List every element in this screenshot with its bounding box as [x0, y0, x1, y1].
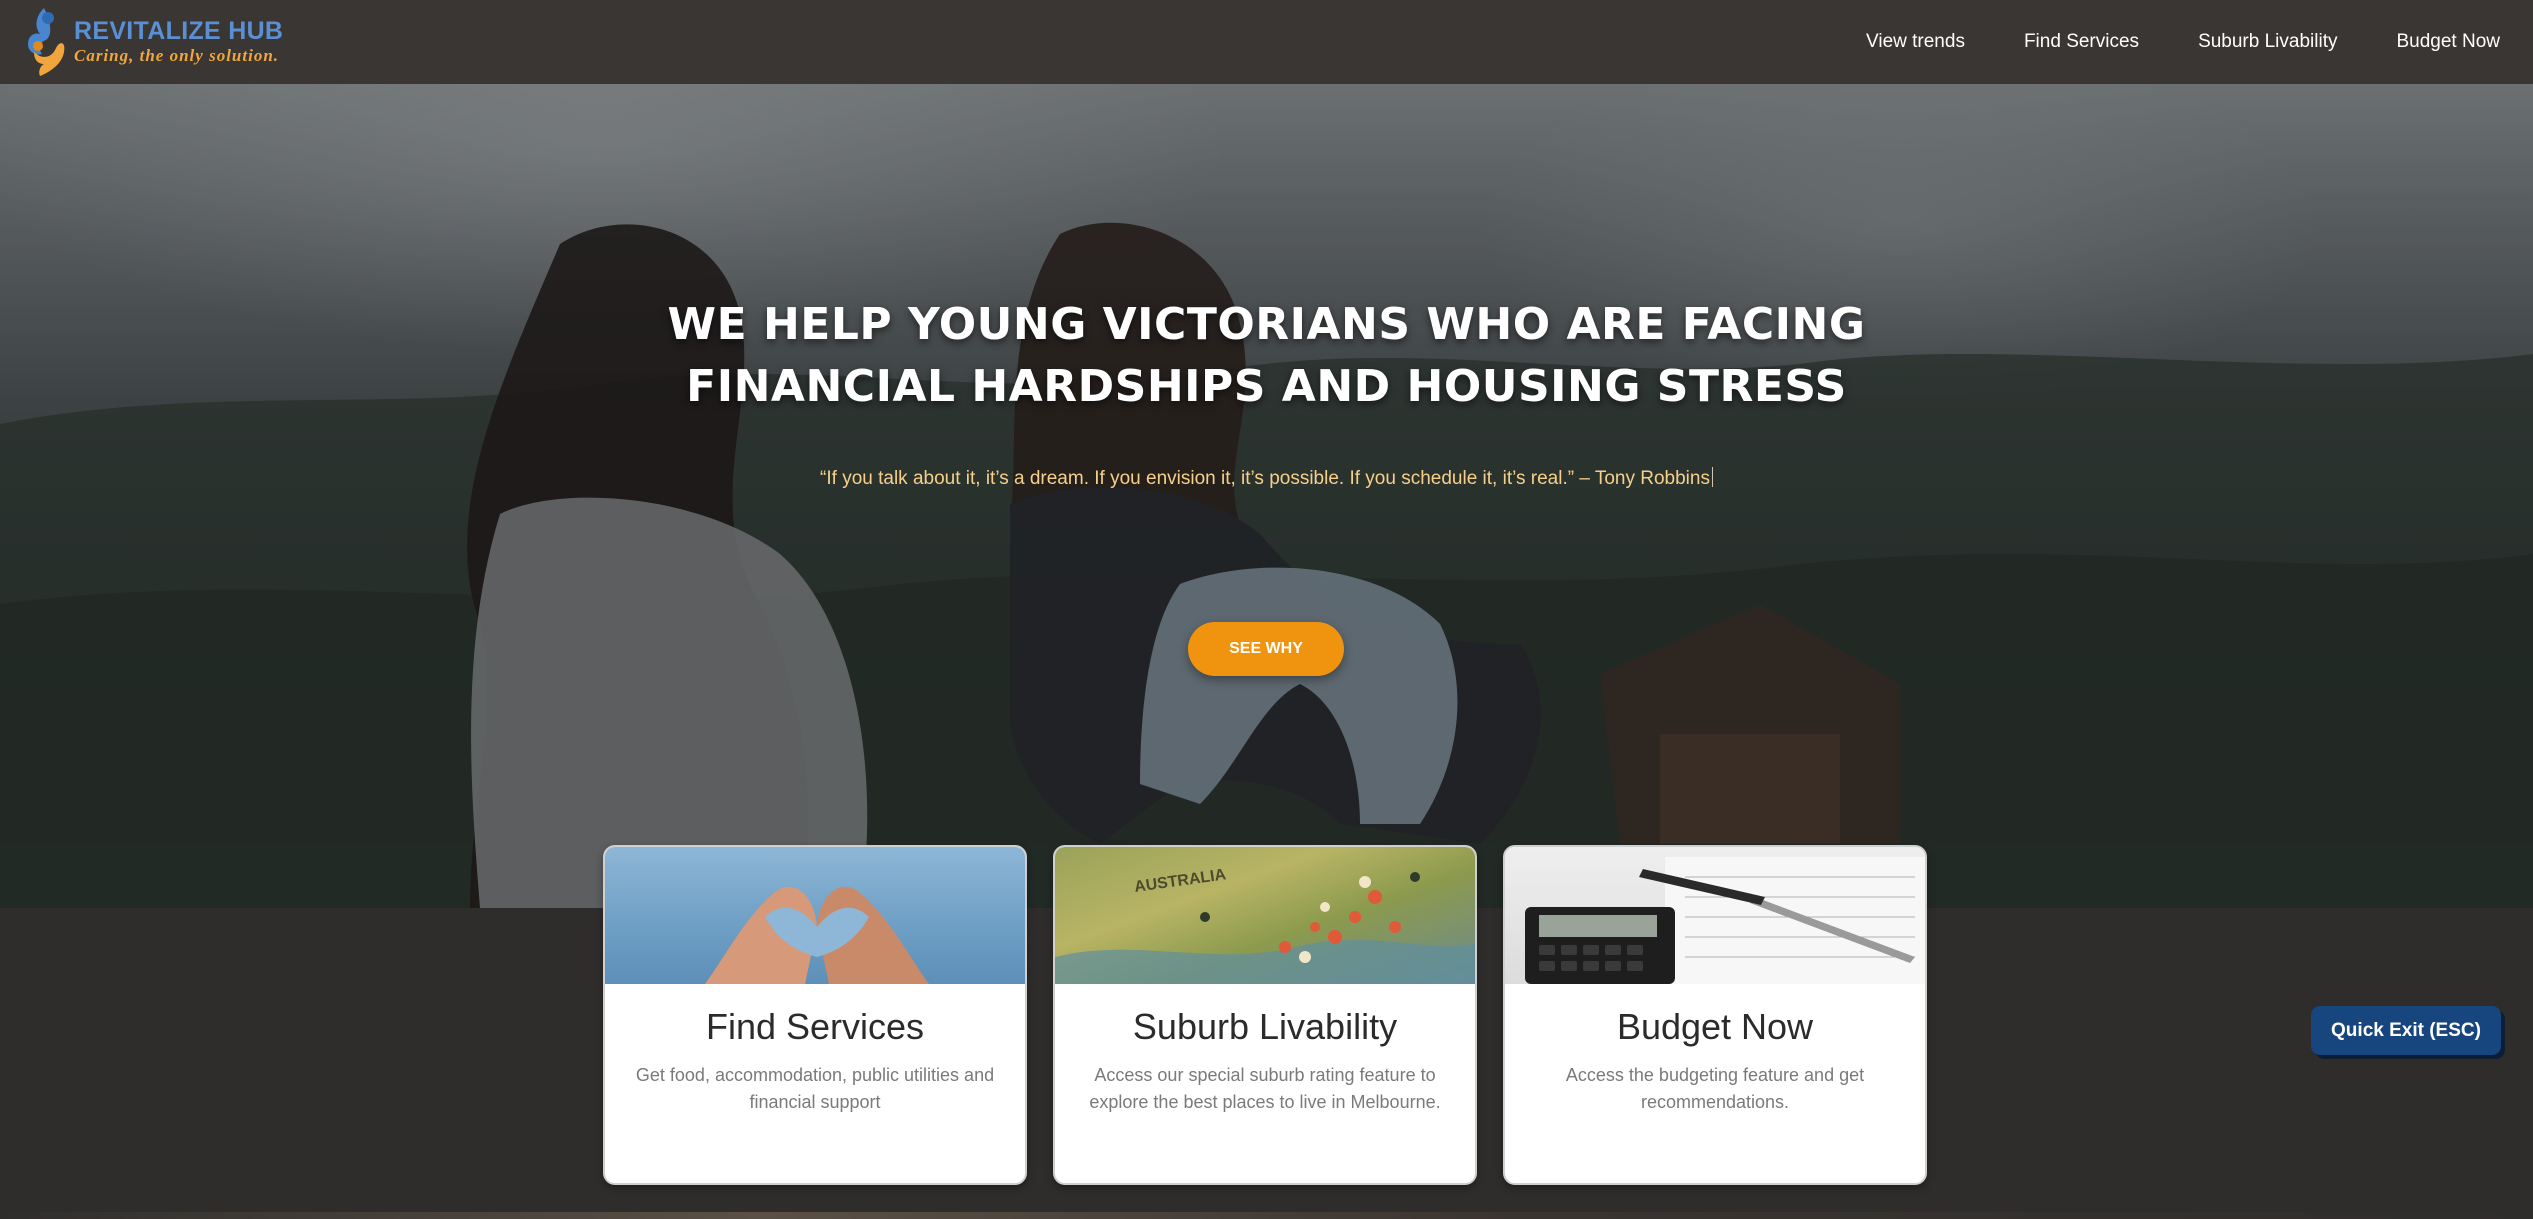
- brand-logo[interactable]: REVITALIZE HUB Caring, the only solution…: [0, 0, 283, 84]
- next-section-edge: [0, 1212, 2533, 1219]
- calculator-pen-illustration: [1525, 857, 1925, 984]
- brand-name: REVITALIZE HUB: [74, 17, 284, 45]
- hero-section: WE HELP YOUNG VICTORIANS WHO ARE FACING …: [0, 84, 2533, 908]
- card-suburb-livability[interactable]: AUSTRALIA Suburb Livability Access our s…: [1053, 845, 1477, 1185]
- hero-heading: WE HELP YOUNG VICTORIANS WHO ARE FACING …: [0, 294, 2533, 418]
- typing-cursor: [1711, 467, 1713, 487]
- nav-link-suburb-livability[interactable]: Suburb Livability: [2198, 31, 2337, 53]
- see-why-button[interactable]: SEE WHY: [1188, 622, 1344, 676]
- hands-heart-image: [605, 847, 1025, 984]
- nav-link-budget-now[interactable]: Budget Now: [2396, 31, 2500, 53]
- card-title: Suburb Livability: [1132, 1006, 1398, 1047]
- card-budget-now[interactable]: Budget Now Access the budgeting feature …: [1503, 845, 1927, 1185]
- hero-quote-text: “If you talk about it, it’s a dream. If …: [820, 468, 1710, 489]
- nav-link-view-trends[interactable]: View trends: [1866, 31, 1965, 53]
- calculator-pen-image: [1505, 847, 1925, 984]
- quick-exit-button[interactable]: Quick Exit (ESC): [2311, 1006, 2501, 1055]
- hero-heading-line-2: FINANCIAL HARDSHIPS AND HOUSING STRESS: [686, 361, 1847, 412]
- card-description: Access our special suburb rating feature…: [1089, 1065, 1441, 1112]
- navbar: REVITALIZE HUB Caring, the only solution…: [0, 0, 2533, 84]
- card-title: Find Services: [705, 1006, 925, 1047]
- main-nav: View trends Find Services Suburb Livabil…: [1807, 31, 2533, 53]
- australia-map-pins-image: AUSTRALIA: [1055, 847, 1475, 984]
- card-description: Access the budgeting feature and get rec…: [1565, 1065, 1865, 1112]
- card-title: Budget Now: [1616, 1006, 1814, 1047]
- hero-overlay: [0, 84, 2533, 908]
- map-pins-illustration: AUSTRALIA: [1055, 866, 1475, 984]
- hero-quote: “If you talk about it, it’s a dream. If …: [0, 467, 2533, 490]
- nav-link-find-services[interactable]: Find Services: [2024, 31, 2139, 53]
- logo-icon: [28, 8, 65, 76]
- hero-heading-line-1: WE HELP YOUNG VICTORIANS WHO ARE FACING: [667, 299, 1866, 350]
- hands-heart-illustration: [705, 886, 929, 984]
- brand-tagline: Caring, the only solution.: [74, 46, 280, 65]
- card-description: Get food, accommodation, public utilitie…: [635, 1065, 995, 1112]
- svg-text:AUSTRALIA: AUSTRALIA: [1133, 866, 1227, 896]
- card-find-services[interactable]: Find Services Get food, accommodation, p…: [603, 845, 1027, 1185]
